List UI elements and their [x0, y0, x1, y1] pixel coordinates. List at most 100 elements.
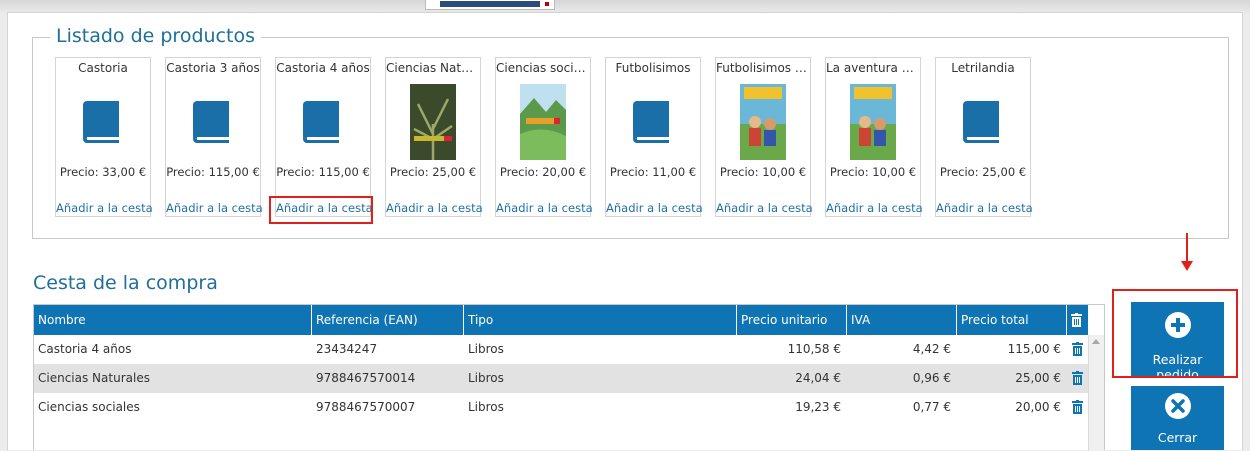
product-name: Futbolisimos — [615, 61, 691, 75]
add-to-cart-link[interactable]: Añadir a la cesta — [826, 201, 923, 215]
plus-circle-icon — [1165, 312, 1191, 338]
product-name: Castoria 4 años — [276, 61, 370, 75]
cell-unit-price: 24,04 € — [795, 371, 841, 385]
product-price: Precio: 33,00 € — [59, 165, 147, 179]
product-cover — [626, 83, 680, 161]
close-button[interactable]: Cerrar — [1131, 386, 1224, 450]
trash-icon[interactable] — [1071, 313, 1082, 327]
close-circle-icon — [1165, 393, 1191, 419]
table-row[interactable]: Ciencias Naturales 9788467570014 Libros 24,… — [34, 364, 1088, 393]
trash-icon[interactable] — [1072, 371, 1083, 385]
product-name: La aventura de l... — [826, 61, 920, 75]
trash-icon[interactable] — [1072, 342, 1083, 356]
table-row[interactable]: Castoria 4 años 23434247 Libros 110,58 € 4,4… — [34, 335, 1088, 364]
book-icon — [193, 101, 229, 143]
cell-vat: 0,77 € — [912, 400, 951, 414]
basket-title: Cesta de la compra — [33, 272, 218, 294]
close-label: Cerrar — [1157, 430, 1198, 445]
product-cover — [956, 83, 1010, 161]
window-thumbnail — [425, 0, 555, 10]
cell-type: Libros — [468, 342, 504, 356]
place-order-button[interactable]: Realizar pedido — [1131, 302, 1224, 382]
product-cover — [296, 83, 350, 161]
place-order-label: Realizar pedido — [1152, 352, 1203, 382]
basket-scrollbar[interactable] — [1088, 335, 1104, 451]
landscape-cover-image — [520, 84, 566, 160]
add-to-cart-link[interactable]: Añadir a la cesta — [56, 201, 153, 215]
cell-total: 20,00 € — [1015, 400, 1061, 414]
product-name: Letrilandia — [951, 61, 1015, 75]
book-icon — [83, 101, 119, 143]
product-cover — [406, 83, 460, 161]
cell-vat: 0,96 € — [912, 371, 951, 385]
cell-total: 115,00 € — [1007, 342, 1061, 356]
column-delete — [1067, 305, 1088, 335]
add-to-cart-link[interactable]: Añadir a la cesta — [606, 201, 703, 215]
product-cover — [516, 83, 570, 161]
cell-total: 25,00 € — [1015, 371, 1061, 385]
cell-vat: 4,42 € — [912, 342, 951, 356]
cell-name: Castoria 4 años — [38, 342, 132, 356]
add-to-cart-link[interactable]: Añadir a la cesta — [166, 201, 263, 215]
cell-type: Libros — [468, 400, 504, 414]
cell-unit-price: 110,58 € — [787, 342, 841, 356]
products-title: Listado de productos — [50, 24, 261, 48]
product-card[interactable]: Castoria 4 años Precio: 115,00 € Añadir a … — [275, 57, 373, 217]
cell-name: Ciencias Naturales — [38, 371, 150, 385]
product-card[interactable]: Ciencias sociales Precio: 20,00 € Añadir a… — [495, 57, 593, 217]
column-name[interactable]: Nombre — [34, 305, 312, 335]
product-card[interactable]: Castoria 3 años Precio: 115,00 € Añadir a … — [165, 57, 263, 217]
product-card[interactable]: Futbolisimos nº1 Precio: 10,00 € Añadir a … — [715, 57, 813, 217]
scroll-up-arrow[interactable] — [1092, 339, 1100, 344]
product-card[interactable]: La aventura de l... Precio: 10,00 € Añadir… — [825, 57, 923, 217]
cell-ean: 23434247 — [316, 342, 378, 356]
add-to-cart-link[interactable]: Añadir a la cesta — [936, 201, 1033, 215]
tree-cover-image — [410, 84, 456, 160]
product-price: Precio: 25,00 € — [389, 165, 477, 179]
add-to-cart-link[interactable]: Añadir a la cesta — [496, 201, 593, 215]
book-icon — [303, 101, 339, 143]
product-cover — [846, 83, 900, 161]
product-price: Precio: 25,00 € — [939, 165, 1027, 179]
product-name: Castoria — [78, 61, 128, 75]
table-row[interactable]: Ciencias sociales 9788467570007 Libros 19,2… — [34, 393, 1088, 422]
column-total[interactable]: Precio total — [957, 305, 1067, 335]
product-name: Castoria 3 años — [166, 61, 260, 75]
column-type[interactable]: Tipo — [464, 305, 737, 335]
product-cover — [76, 83, 130, 161]
highlight-arrow-head — [1181, 261, 1193, 271]
add-to-cart-link[interactable]: Añadir a la cesta — [276, 201, 373, 215]
product-price: Precio: 115,00 € — [166, 165, 260, 179]
product-card[interactable]: Futbolisimos Precio: 11,00 € Añadir a la c… — [605, 57, 703, 217]
add-to-cart-link[interactable]: Añadir a la cesta — [716, 201, 813, 215]
product-price: Precio: 11,00 € — [609, 165, 697, 179]
cell-unit-price: 19,23 € — [795, 400, 841, 414]
cell-ean: 9788467570014 — [316, 371, 416, 385]
basket-table-header: Nombre Referencia (EAN) Tipo Precio unit… — [34, 305, 1088, 335]
comic-cover-image — [740, 84, 786, 160]
product-name: Ciencias sociales — [496, 61, 590, 75]
product-card[interactable]: Ciencias Natura... Precio: 25,00 € Añadir … — [385, 57, 483, 217]
highlight-arrow — [1186, 233, 1188, 263]
product-card[interactable]: Castoria Precio: 33,00 € Añadir a la cesta — [55, 57, 153, 217]
column-vat[interactable]: IVA — [847, 305, 957, 335]
product-card[interactable]: Letrilandia Precio: 25,00 € Añadir a la ce… — [935, 57, 1033, 217]
product-price: Precio: 10,00 € — [719, 165, 807, 179]
book-icon — [633, 101, 669, 143]
product-price: Precio: 115,00 € — [276, 165, 370, 179]
book-icon — [963, 101, 999, 143]
product-name: Ciencias Natura... — [386, 61, 480, 75]
column-unit-price[interactable]: Precio unitario — [737, 305, 847, 335]
product-cover — [186, 83, 240, 161]
add-to-cart-link[interactable]: Añadir a la cesta — [386, 201, 483, 215]
cell-name: Ciencias sociales — [38, 400, 140, 414]
basket-table: Nombre Referencia (EAN) Tipo Precio unit… — [33, 304, 1105, 451]
column-ean[interactable]: Referencia (EAN) — [312, 305, 464, 335]
product-price: Precio: 20,00 € — [499, 165, 587, 179]
product-cover — [736, 83, 790, 161]
product-name: Futbolisimos nº1 — [716, 61, 810, 75]
trash-icon[interactable] — [1072, 400, 1083, 414]
cell-type: Libros — [468, 371, 504, 385]
product-price: Precio: 10,00 € — [829, 165, 917, 179]
cell-ean: 9788467570007 — [316, 400, 416, 414]
